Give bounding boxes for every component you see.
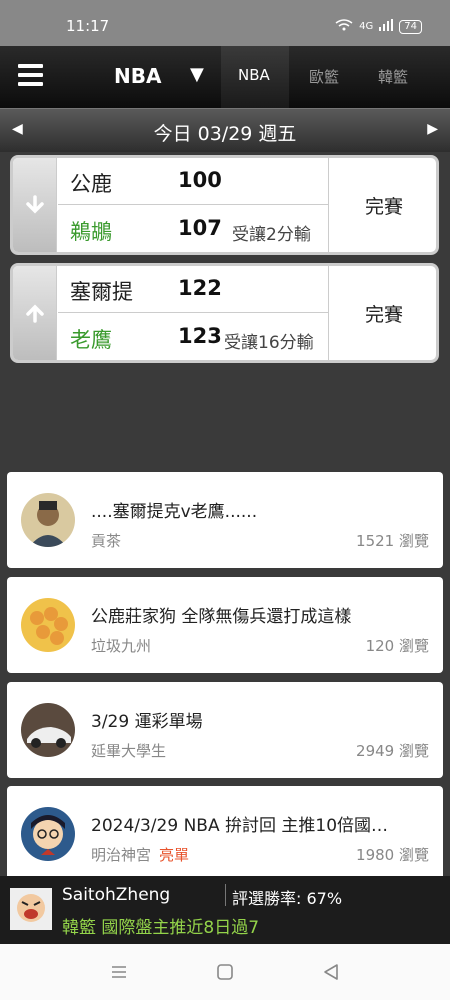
post-author: 明治神宮 亮單 (91, 844, 189, 865)
avatar (21, 598, 75, 652)
game-card[interactable]: 塞爾提 122 老鷹 123 受讓16分輸 完賽 (10, 263, 439, 363)
game-side-tab (13, 266, 57, 360)
game-row-home: 塞爾提 122 (58, 266, 328, 313)
team-score: 122 (178, 276, 222, 300)
wifi-icon (335, 19, 353, 34)
handicap-result: 受讓16分輸 (224, 333, 314, 353)
post-card[interactable]: 2024/3/29 NBA 拚討回 主推10倍國… 明治神宮 亮單 1980 瀏覽 (7, 786, 443, 876)
avatar (21, 703, 75, 757)
arrow-up-icon (25, 304, 44, 323)
status-time: 11:17 (66, 17, 110, 35)
post-author: 垃圾九州 (91, 637, 152, 655)
avatar (21, 807, 75, 861)
post-view-count: 2949 瀏覽 (356, 742, 429, 760)
menu-lines-icon[interactable] (108, 961, 130, 983)
post-title: 2024/3/29 NBA 拚討回 主推10倍國… (91, 816, 389, 836)
status-icons: 4G 74 (335, 19, 422, 34)
game-status: 完賽 (328, 158, 436, 252)
league-selector-title[interactable]: NBA (114, 64, 161, 88)
avatar (21, 493, 75, 547)
post-card[interactable]: 3/29 運彩單場 延畢大學生 2949 瀏覽 (7, 682, 443, 778)
system-nav-bar (0, 944, 450, 1000)
win-rate: 評選勝率: 67% (232, 889, 343, 908)
team-score: 107 (178, 216, 222, 240)
team-name: 老鷹 (70, 328, 112, 352)
post-view-count: 1521 瀏覽 (356, 532, 429, 550)
team-score: 100 (178, 168, 222, 192)
post-author: 延畢大學生 (91, 742, 167, 760)
game-row-away: 老鷹 123 受讓16分輸 (58, 314, 328, 360)
post-view-count: 1980 瀏覽 (356, 846, 429, 864)
home-square-icon[interactable] (214, 961, 236, 983)
date-bar: ◀ 今日 03/29 週五 ▶ (0, 108, 450, 152)
battery-icon: 74 (399, 19, 422, 34)
back-triangle-icon[interactable] (320, 961, 342, 983)
post-title: 3/29 運彩單場 (91, 712, 203, 732)
bottom-user-bar[interactable]: SaitohZheng 評選勝率: 67% 韓籃 國際盤主推近8日過7 (0, 876, 450, 944)
post-author: 貢茶 (91, 532, 122, 550)
next-date-icon[interactable]: ▶ (427, 121, 438, 137)
tab-korea-basketball[interactable]: 韓籃 (378, 66, 408, 87)
arrow-down-icon (25, 195, 44, 214)
menu-icon[interactable] (18, 64, 43, 86)
user-name: SaitohZheng (62, 885, 171, 905)
team-name: 塞爾提 (70, 280, 133, 304)
user-pick: 韓籃 國際盤主推近8日過7 (62, 918, 260, 938)
signal-text: 4G (359, 21, 374, 32)
game-status: 完賽 (328, 266, 436, 360)
game-row-away: 鵜鶘 107 受讓2分輸 (58, 206, 328, 252)
team-name: 鵜鶘 (70, 220, 112, 244)
game-row-home: 公鹿 100 (58, 158, 328, 205)
signal-icon (379, 19, 394, 34)
dropdown-triangle-icon[interactable]: ▼ (190, 64, 204, 85)
post-card[interactable]: ....塞爾提克v老鷹...... 貢茶 1521 瀏覽 (7, 472, 443, 568)
post-author-name: 明治神宮 (91, 846, 152, 864)
post-title: ....塞爾提克v老鷹...... (91, 502, 258, 522)
post-badge: 亮單 (159, 846, 190, 864)
status-bar: 11:17 4G 74 (0, 0, 450, 46)
post-view-count: 120 瀏覽 (365, 637, 429, 655)
tab-nba[interactable]: NBA (238, 66, 270, 84)
tab-euro-basketball[interactable]: 歐籃 (309, 66, 339, 87)
team-score: 123 (178, 324, 222, 348)
game-card[interactable]: 公鹿 100 鵜鶘 107 受讓2分輸 完賽 (10, 155, 439, 255)
game-side-tab (13, 158, 57, 252)
handicap-result: 受讓2分輸 (232, 225, 311, 245)
post-card[interactable]: 公鹿莊家狗 全隊無傷兵還打成這樣 垃圾九州 120 瀏覽 (7, 577, 443, 673)
team-name: 公鹿 (70, 172, 112, 196)
post-title: 公鹿莊家狗 全隊無傷兵還打成這樣 (91, 607, 352, 627)
divider (225, 884, 226, 906)
user-avatar (10, 888, 52, 930)
date-label: 今日 03/29 週五 (153, 123, 297, 145)
